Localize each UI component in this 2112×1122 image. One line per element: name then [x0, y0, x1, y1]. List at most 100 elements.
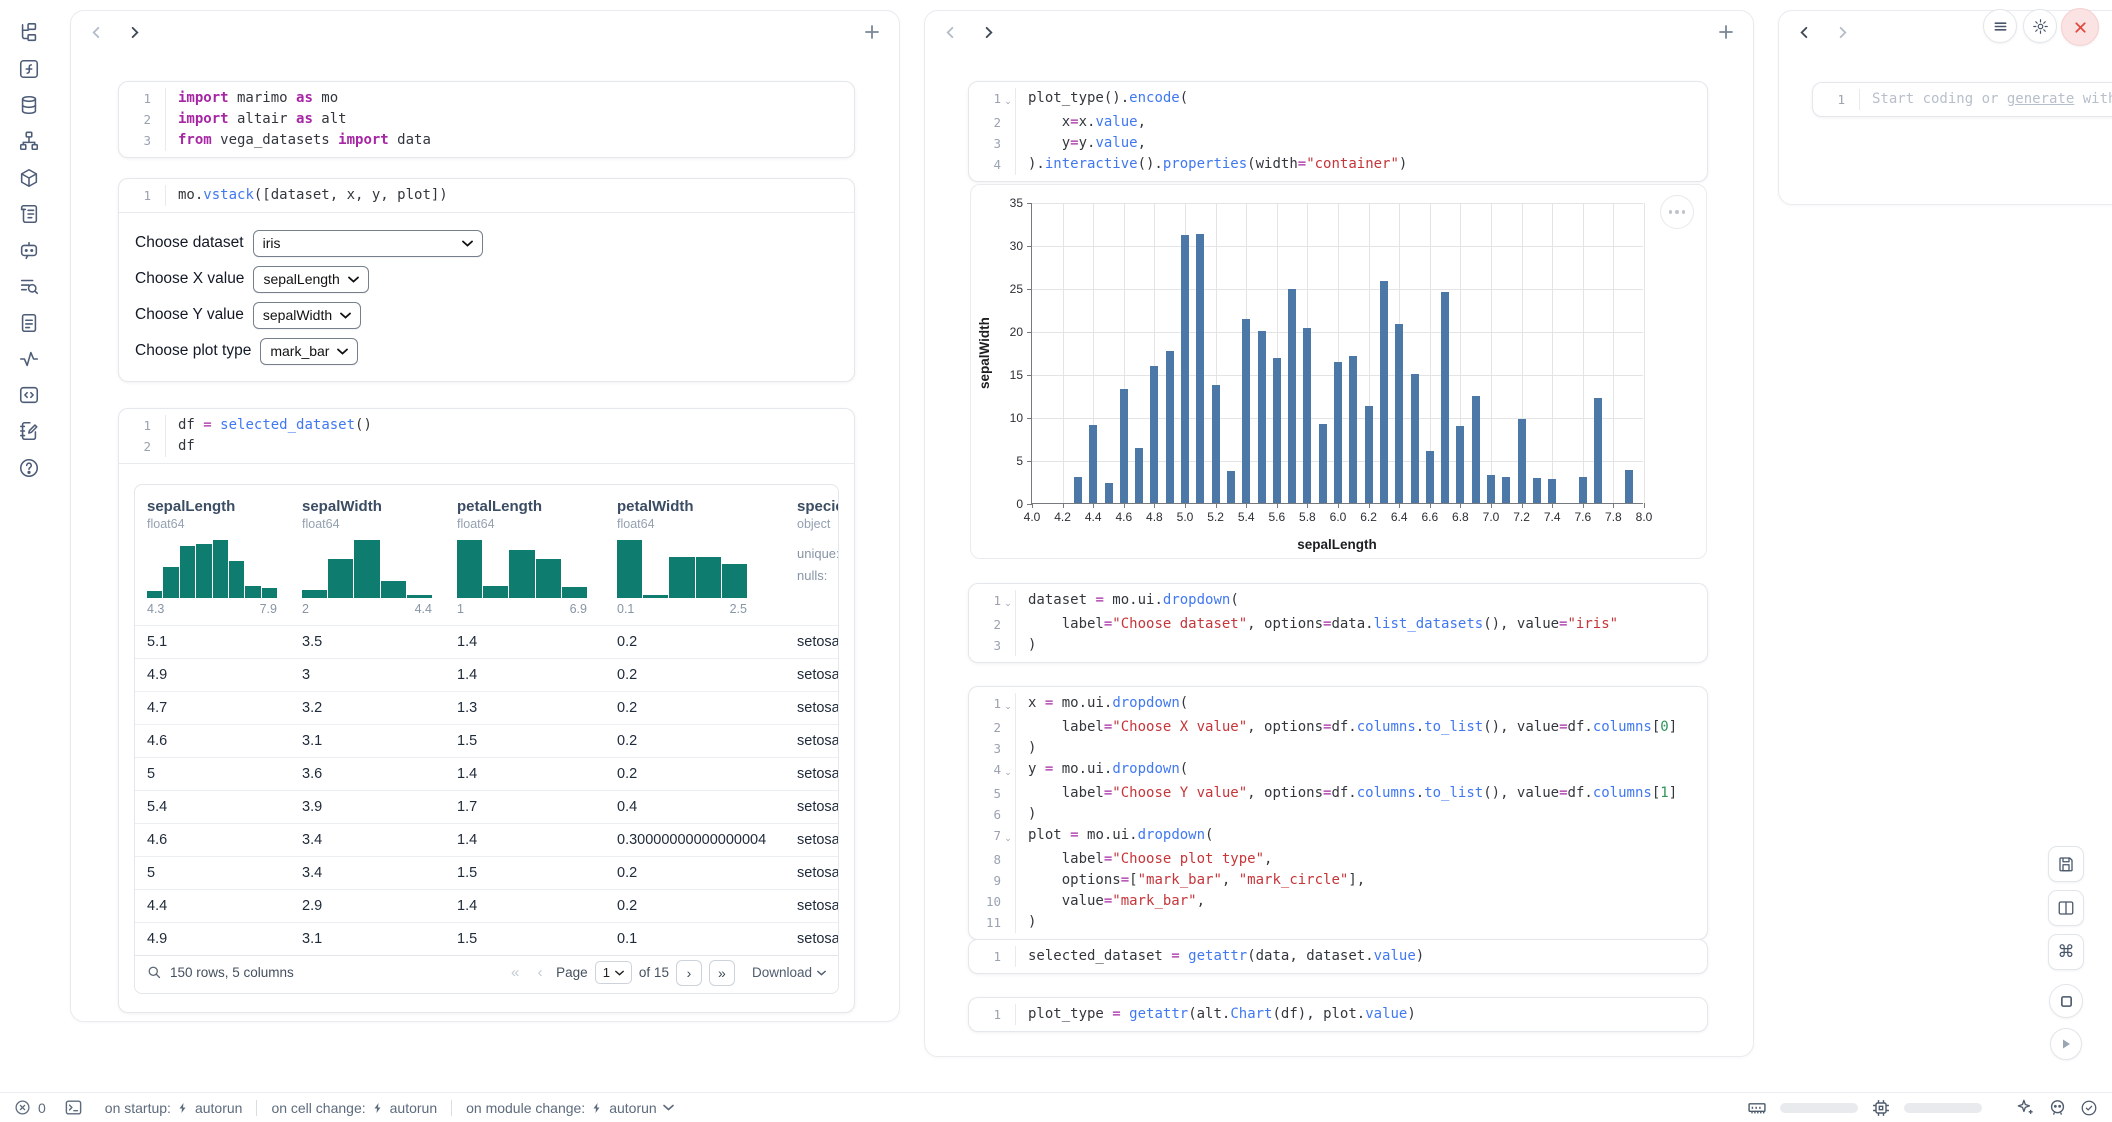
sidebar-item-snippets[interactable]	[14, 380, 44, 410]
table-row[interactable]: 4.93.11.50.1setosa	[135, 922, 838, 955]
last-page-button[interactable]: »	[709, 960, 735, 986]
sidebar-item-outline[interactable]	[14, 308, 44, 338]
notebook-menu-button[interactable]	[1983, 9, 2017, 43]
fold-spacer	[1001, 112, 1015, 133]
code-editor[interactable]: 1plot_type = getattr(alt.Chart(df), plot…	[969, 998, 1707, 1031]
sidebar-item-packages[interactable]	[14, 163, 44, 193]
page-select[interactable]: 1	[595, 961, 632, 984]
y-value-select[interactable]: sepalWidth	[253, 302, 361, 329]
sidebar-item-logs[interactable]	[14, 271, 44, 301]
search-icon[interactable]	[147, 965, 162, 980]
chart-plot-area[interactable]: 051015202530354.04.24.44.64.85.05.25.45.…	[1031, 203, 1643, 504]
on-module-change-toggle[interactable]: on module change: autorun	[466, 1100, 674, 1116]
on-cell-change-toggle[interactable]: on cell change: autorun	[271, 1100, 437, 1116]
code-editor[interactable]: 1Start coding or generate with AI	[1813, 83, 2112, 116]
code-editor[interactable]: 1⌄dataset = mo.ui.dropdown(2 label="Choo…	[969, 584, 1707, 662]
sidebar-item-variables[interactable]	[14, 54, 44, 84]
code-editor[interactable]: 1⌄plot_type().encode(2 x=x.value,3 y=y.v…	[969, 82, 1707, 181]
line-number: 1	[975, 1004, 1001, 1025]
histogram-bar	[180, 546, 195, 598]
table-row[interactable]: 5.13.51.40.2setosa	[135, 625, 838, 658]
table-cell: 3.1	[302, 931, 457, 947]
code-editor[interactable]: 1selected_dataset = getattr(data, datase…	[969, 940, 1707, 973]
table-row[interactable]: 4.931.40.2setosa	[135, 658, 838, 691]
run-all-button[interactable]	[2050, 1028, 2082, 1060]
terminal-icon	[64, 1098, 83, 1117]
column-1-next-button[interactable]	[124, 22, 144, 42]
save-button[interactable]	[2048, 846, 2084, 882]
fold-marker[interactable]: ⌄	[1001, 88, 1015, 112]
table-row[interactable]: 4.42.91.40.2setosa	[135, 889, 838, 922]
column-3-prev-button[interactable]	[1794, 22, 1814, 42]
column-1-add-cell-button[interactable]	[862, 22, 882, 42]
help-icon	[18, 457, 40, 479]
layout-select-button[interactable]	[2048, 890, 2084, 926]
table-row[interactable]: 4.63.11.50.2setosa	[135, 724, 838, 757]
shutdown-button[interactable]	[2061, 8, 2099, 46]
column-header-sepalWidth[interactable]: sepalWidthfloat6424.4	[302, 498, 457, 616]
sidebar-item-scratchpad[interactable]	[14, 416, 44, 446]
column-2-next-button[interactable]	[978, 22, 998, 42]
sidebar-item-dependency-graph[interactable]	[14, 126, 44, 156]
fold-marker[interactable]: ⌄	[1001, 825, 1015, 849]
sidebar-item-chat[interactable]	[14, 235, 44, 265]
x-value-select[interactable]: sepalLength	[253, 266, 368, 293]
dropdown-row-plot-type: Choose plot type mark_bar	[135, 333, 838, 369]
on-startup-toggle[interactable]: on startup: autorun	[105, 1100, 243, 1116]
column-header-species[interactable]: speciesobjectunique:nulls:	[797, 498, 838, 616]
table-row[interactable]: 53.61.40.2setosa	[135, 757, 838, 790]
column-header-petalLength[interactable]: petalLengthfloat6416.9	[457, 498, 617, 616]
fold-marker[interactable]: ⌄	[1001, 590, 1015, 614]
sidebar-item-file-tree[interactable]	[14, 18, 44, 48]
line-number: 9	[975, 870, 1001, 891]
table-row[interactable]: 4.63.41.40.30000000000000004setosa	[135, 823, 838, 856]
histogram-bar	[509, 550, 534, 598]
keyboard-shortcuts-button[interactable]: ⌘	[2048, 934, 2084, 970]
table-row[interactable]: 53.41.50.2setosa	[135, 856, 838, 889]
lightning-icon	[372, 1101, 384, 1115]
scratchpad-button[interactable]	[2049, 984, 2083, 1018]
x-tick-label: 7.8	[1605, 510, 1622, 524]
line-number: 3	[975, 738, 1001, 759]
column-1-prev-button[interactable]	[86, 22, 106, 42]
x-tick-label: 4.8	[1146, 510, 1163, 524]
column-3-next-button[interactable]	[1832, 22, 1852, 42]
code-line: 4).interactive().properties(width="conta…	[975, 154, 1697, 175]
code-editor[interactable]: 1df = selected_dataset()2df	[119, 409, 854, 463]
sidebar-item-datasources[interactable]	[14, 90, 44, 120]
ai-assistant-icon[interactable]	[2048, 1098, 2067, 1117]
column-header-sepalLength[interactable]: sepalLengthfloat644.37.9	[147, 498, 302, 616]
fold-marker[interactable]: ⌄	[1001, 693, 1015, 717]
code-editor[interactable]: 1mo.vstack([dataset, x, y, plot])	[119, 179, 854, 212]
chart-menu-button[interactable]	[1660, 195, 1694, 229]
terminal-button[interactable]	[64, 1098, 83, 1117]
histogram-bar	[354, 540, 379, 598]
code-editor[interactable]: 1import marimo as mo2import altair as al…	[119, 82, 854, 157]
prev-page-button[interactable]: ‹	[531, 960, 549, 986]
code-line: 10 value="mark_bar",	[975, 891, 1697, 912]
table-row[interactable]: 4.73.21.30.2setosa	[135, 691, 838, 724]
sidebar-item-help[interactable]	[14, 453, 44, 483]
next-page-button[interactable]: ›	[676, 960, 702, 986]
plot-type-select[interactable]: mark_bar	[260, 338, 358, 365]
ai-sparkles-icon[interactable]	[2016, 1098, 2035, 1117]
settings-button[interactable]	[2023, 9, 2057, 43]
first-page-button[interactable]: «	[506, 960, 524, 986]
sidebar-item-tracing[interactable]	[14, 344, 44, 374]
dataset-select[interactable]: iris	[253, 230, 483, 257]
fold-marker[interactable]: ⌄	[1001, 759, 1015, 783]
activity-icon	[18, 348, 40, 370]
column-2-add-cell-button[interactable]	[1716, 22, 1736, 42]
sidebar-item-documentation[interactable]	[14, 199, 44, 229]
document-icon	[18, 312, 40, 334]
table-row[interactable]: 5.43.91.70.4setosa	[135, 790, 838, 823]
code-editor[interactable]: 1⌄x = mo.ui.dropdown(2 label="Choose X v…	[969, 687, 1707, 939]
chart-bar	[1212, 385, 1220, 503]
fold-spacer	[1001, 804, 1015, 825]
error-count-badge[interactable]: 0	[14, 1099, 46, 1116]
column-2-prev-button[interactable]	[940, 22, 960, 42]
connection-status-icon[interactable]	[2080, 1099, 2098, 1117]
column-header-petalWidth[interactable]: petalWidthfloat640.12.5	[617, 498, 797, 616]
download-button[interactable]: Download	[752, 965, 826, 980]
fold-spacer	[1001, 717, 1015, 738]
